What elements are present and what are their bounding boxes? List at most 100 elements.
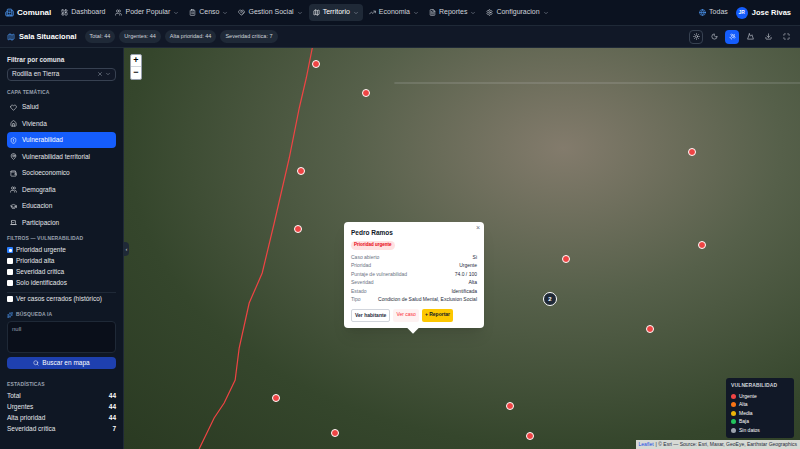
checkbox[interactable] [7, 247, 13, 253]
layer-icon [10, 153, 17, 160]
chevron-down-icon [353, 10, 359, 16]
filter-checkbox[interactable]: Solo identificados [7, 278, 116, 289]
logo-icon [5, 8, 14, 17]
legend-item: Media [731, 410, 789, 418]
filter-checkbox[interactable]: Prioridad alta [7, 256, 116, 267]
leaflet-link[interactable]: Leaflet [639, 441, 654, 449]
layer-item[interactable]: Vivienda [7, 116, 116, 132]
zoom-out-button[interactable]: − [131, 67, 141, 79]
zoom-control: +− [130, 54, 142, 80]
toolbar-icon [747, 33, 754, 40]
nav-item[interactable]: Poder Popular [111, 4, 183, 21]
sparkles-icon [7, 312, 13, 318]
legend-item: Alta [731, 401, 789, 409]
map-marker[interactable] [294, 225, 302, 233]
layer-item[interactable]: Vulnerabilidad [7, 132, 116, 148]
toolbar-button[interactable] [707, 30, 721, 44]
map-marker[interactable] [272, 394, 280, 402]
nav-item[interactable]: Censo [185, 4, 232, 21]
body: Filtrar por comuna Rodilla en Tierra CAPA … [0, 48, 800, 449]
layer-item[interactable]: Educacion [7, 198, 116, 214]
legend-item: Baja [731, 418, 789, 426]
map-marker[interactable] [688, 148, 696, 156]
nav-icon [369, 9, 376, 16]
nav-item[interactable]: Dashboard [57, 4, 109, 21]
checkbox[interactable] [7, 269, 13, 275]
map-marker[interactable] [526, 432, 534, 440]
legend-item: Urgente [731, 393, 789, 401]
stat-row: Total44 [7, 391, 116, 402]
nav-item[interactable]: Configuracion [482, 4, 552, 21]
top-nav: Comunal DashboardPoder PopularCensoGestio… [0, 0, 800, 26]
map-marker[interactable] [362, 89, 370, 97]
map[interactable]: ‹ +− 2 ×Pedro Ramos Prioridad urgente Caso ab… [124, 48, 800, 449]
collapse-handle[interactable]: ‹ [124, 242, 129, 256]
app: Comunal DashboardPoder PopularCensoGestio… [0, 0, 800, 449]
legend-dot [731, 419, 736, 424]
layers-heading: CAPA TEMÁTICA [7, 89, 116, 97]
toolbar-button[interactable] [725, 30, 739, 44]
nav-item[interactable]: Territorio [309, 4, 363, 21]
map-marker[interactable] [297, 167, 305, 175]
scope-selector[interactable]: Todas [699, 7, 728, 18]
comuna-select[interactable]: Rodilla en Tierra [7, 68, 116, 81]
checkbox[interactable] [7, 296, 13, 302]
zoom-in-button[interactable]: + [131, 55, 141, 67]
sidebar: Filtrar por comuna Rodilla en Tierra CAPA … [0, 48, 124, 449]
toolbar-button[interactable] [743, 30, 757, 44]
layer-list: SaludViviendaVulnerabilidadVulnerabilida… [7, 99, 116, 230]
popup-row: SeveridadAlta [351, 279, 477, 287]
toolbar-button[interactable] [779, 30, 793, 44]
legend-item: Sin datos [731, 427, 789, 435]
nav-item[interactable]: Reportes [425, 4, 480, 21]
layer-item[interactable]: Salud [7, 99, 116, 115]
layer-item[interactable]: Demografia [7, 182, 116, 198]
user-menu[interactable]: JRJose Rivas [736, 7, 791, 19]
view-resident-button[interactable]: Ver habitante [351, 309, 390, 323]
clear-icon[interactable] [97, 71, 103, 77]
nav-icon [61, 9, 68, 16]
priority-badge: Prioridad urgente [351, 241, 395, 250]
map-marker[interactable] [331, 429, 339, 437]
filter-checkbox[interactable]: Prioridad urgente [7, 245, 116, 256]
filter-label: Filtrar por comuna [7, 55, 116, 65]
chevron-down-icon [105, 71, 111, 77]
layer-icon [10, 120, 17, 127]
map-attribution: Leaflet| © Esri — Source: Esri, Maxar, G… [636, 440, 800, 449]
popup-close-button[interactable]: × [476, 223, 480, 234]
layer-item[interactable]: Socioeconomico [7, 165, 116, 181]
nav-icon [429, 9, 436, 16]
chevron-down-icon [543, 10, 549, 16]
layer-icon [10, 137, 17, 144]
popup-title: Pedro Ramos [351, 228, 477, 238]
stats-heading: ESTADÍSTICAS [7, 381, 116, 389]
filters-heading: FILTROS — VULNERABILIDAD [7, 235, 116, 243]
report-button[interactable]: + Reportar [422, 309, 453, 323]
toolbar-icon [783, 33, 790, 40]
nav-item[interactable]: Economia [365, 4, 423, 21]
history-checkbox[interactable]: Ver casos cerrados (histórico) [7, 293, 116, 306]
map-marker[interactable] [312, 60, 320, 68]
layer-icon [10, 186, 17, 193]
toolbar-button[interactable] [689, 30, 703, 44]
map-marker[interactable] [646, 325, 654, 333]
checkbox[interactable] [7, 258, 13, 264]
nav-item[interactable]: Gestion Social [234, 4, 306, 21]
popup-row: Caso abiertoSi [351, 254, 477, 262]
search-textarea[interactable]: null [7, 321, 116, 353]
checkbox[interactable] [7, 280, 13, 286]
filter-checkbox[interactable]: Severidad critica [7, 267, 116, 278]
map-icon [7, 33, 15, 41]
search-button[interactable]: Buscar en mapa [7, 357, 116, 369]
view-case-button[interactable]: Ver caso [393, 309, 418, 323]
stat-row: Severidad crítica7 [7, 424, 116, 435]
layer-item[interactable]: Vulnerabilidad territorial [7, 149, 116, 165]
map-marker[interactable] [698, 241, 706, 249]
marker-cluster[interactable]: 2 [543, 292, 557, 306]
map-marker[interactable] [506, 402, 514, 410]
map-marker[interactable] [562, 255, 570, 263]
stat-row: Urgentes44 [7, 402, 116, 413]
layer-item[interactable]: Participacion [7, 215, 116, 231]
logo[interactable]: Comunal [5, 7, 51, 19]
toolbar-button[interactable] [761, 30, 775, 44]
